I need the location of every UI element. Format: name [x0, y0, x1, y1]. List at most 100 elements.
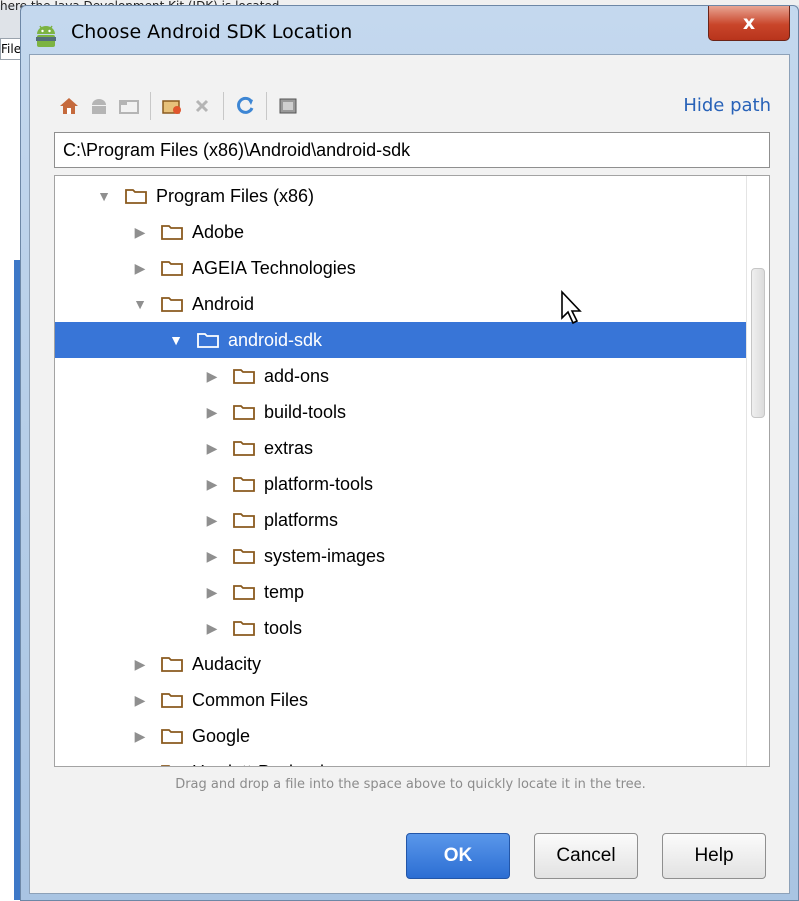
- tree-row[interactable]: ▶ platform-tools: [55, 466, 747, 502]
- tree-row[interactable]: ▶ Hewlett-Packard: [55, 754, 747, 767]
- project-icon: [119, 100, 139, 114]
- show-hidden-button[interactable]: [273, 91, 303, 121]
- tree-row[interactable]: ▶ tools: [55, 610, 747, 646]
- tree-row[interactable]: ▶ add-ons: [55, 358, 747, 394]
- collapsed-arrow-icon[interactable]: ▶: [131, 764, 149, 767]
- folder-icon: [161, 657, 183, 672]
- collapsed-arrow-icon[interactable]: ▶: [203, 584, 221, 601]
- collapsed-arrow-icon[interactable]: ▶: [203, 368, 221, 385]
- toolbar: [54, 91, 303, 121]
- folder-icon: [161, 297, 183, 312]
- cancel-button[interactable]: Cancel: [534, 833, 638, 879]
- tree-row-label: Audacity: [192, 653, 262, 674]
- folder-icon: [161, 261, 183, 276]
- folder-icon: [161, 765, 171, 766]
- ok-button[interactable]: OK: [406, 833, 510, 879]
- tree-row-label: Google: [192, 725, 251, 746]
- folder-icon: [233, 621, 255, 636]
- toolbar-separator: [266, 92, 267, 120]
- folder-icon: [233, 477, 255, 492]
- collapsed-arrow-icon[interactable]: ▶: [203, 404, 221, 421]
- tree-row[interactable]: ▼ android-sdk: [55, 322, 747, 358]
- collapsed-arrow-icon[interactable]: ▶: [131, 692, 149, 709]
- collapsed-arrow-icon[interactable]: ▶: [203, 476, 221, 493]
- delete-icon: [195, 99, 209, 113]
- android-icon: [36, 25, 56, 47]
- collapsed-arrow-icon[interactable]: ▶: [203, 620, 221, 637]
- tree-scrollbar[interactable]: [746, 176, 769, 766]
- tree-row[interactable]: ▼ Program Files (x86): [55, 178, 747, 214]
- tree-row-label: android-sdk: [228, 329, 323, 350]
- expanded-arrow-icon[interactable]: ▼: [95, 188, 113, 204]
- folder-icon: [233, 441, 255, 456]
- toolbar-separator: [223, 92, 224, 120]
- dialog-content: Hide path ▶ Hewlett-Packard ▶ Google ▶ Common…: [29, 54, 790, 894]
- new-folder-button[interactable]: [157, 91, 187, 121]
- folder-icon: [233, 549, 255, 564]
- tree-row[interactable]: ▶ platforms: [55, 502, 747, 538]
- tree-row[interactable]: ▶ Audacity: [55, 646, 747, 682]
- show-hidden-icon: [279, 98, 297, 114]
- folder-icon: [233, 405, 255, 420]
- tree-row-label: Program Files (x86): [156, 185, 315, 206]
- tree-row-label: Common Files: [192, 689, 309, 710]
- tree-row-label: Android: [192, 293, 255, 314]
- expanded-arrow-icon[interactable]: ▼: [167, 332, 185, 348]
- tree-row[interactable]: ▶ build-tools: [55, 394, 747, 430]
- folder-icon: [125, 189, 147, 204]
- dialog-title: Choose Android SDK Location: [71, 21, 353, 43]
- mouse-cursor-icon: [561, 290, 582, 325]
- tree-row[interactable]: ▶ temp: [55, 574, 747, 610]
- android-sdk-button[interactable]: [84, 91, 114, 121]
- help-button[interactable]: Help: [662, 833, 766, 879]
- collapsed-arrow-icon[interactable]: ▶: [131, 728, 149, 745]
- tree-row-label: build-tools: [264, 401, 347, 422]
- tree-row-label: platform-tools: [264, 473, 374, 494]
- tree-row-label: add-ons: [264, 365, 330, 386]
- tree-row-label: platforms: [264, 509, 339, 530]
- new-folder-icon: [162, 100, 181, 114]
- android-icon: [92, 99, 106, 114]
- tree-row[interactable]: ▼ Android: [55, 286, 747, 322]
- home-icon: [60, 98, 78, 114]
- home-button[interactable]: [54, 91, 84, 121]
- tree-row[interactable]: ▶ Common Files: [55, 682, 747, 718]
- tree-row[interactable]: ▶ Google: [55, 718, 747, 754]
- tree-row-label: system-images: [264, 545, 386, 566]
- collapsed-arrow-icon[interactable]: ▶: [203, 512, 221, 529]
- tree-row-label: extras: [264, 437, 314, 458]
- tree-row[interactable]: ▶ Adobe: [55, 214, 747, 250]
- tree-row-label: Hewlett-Packard: [192, 762, 324, 767]
- choose-sdk-dialog: Choose Android SDK Location x Hide path …: [20, 5, 799, 901]
- folder-icon: [161, 225, 183, 240]
- refresh-icon: [237, 96, 254, 114]
- toolbar-separator: [150, 92, 151, 120]
- folder-icon: [233, 369, 255, 384]
- collapsed-arrow-icon[interactable]: ▶: [203, 440, 221, 457]
- folder-icon: [233, 585, 255, 600]
- tree-row[interactable]: ▶ extras: [55, 430, 747, 466]
- tree-row[interactable]: ▶ AGEIA Technologies: [55, 250, 747, 286]
- collapsed-arrow-icon[interactable]: ▶: [131, 224, 149, 241]
- expanded-arrow-icon[interactable]: ▼: [131, 296, 149, 312]
- tree-row-label: AGEIA Technologies: [192, 257, 356, 278]
- tree-row[interactable]: ▶ system-images: [55, 538, 747, 574]
- folder-icon: [233, 513, 255, 528]
- collapsed-arrow-icon[interactable]: ▶: [131, 656, 149, 673]
- background-window-field[interactable]: Files: [0, 38, 22, 60]
- folder-icon: [161, 729, 183, 744]
- collapsed-arrow-icon[interactable]: ▶: [131, 260, 149, 277]
- tree-row-label: tools: [264, 617, 303, 638]
- hide-path-link[interactable]: Hide path: [683, 95, 771, 116]
- folder-tree[interactable]: ▶ Hewlett-Packard ▶ Google ▶ Common Files ▶ Aud…: [54, 175, 770, 767]
- tree-row-label: temp: [264, 581, 305, 602]
- path-input[interactable]: [54, 132, 770, 168]
- project-button[interactable]: [114, 91, 144, 121]
- refresh-button[interactable]: [230, 91, 260, 121]
- tree-scroll-thumb[interactable]: [751, 268, 765, 418]
- folder-icon: [197, 333, 219, 348]
- folder-icon: [161, 693, 183, 708]
- close-button[interactable]: x: [708, 6, 790, 41]
- collapsed-arrow-icon[interactable]: ▶: [203, 548, 221, 565]
- delete-button[interactable]: [187, 91, 217, 121]
